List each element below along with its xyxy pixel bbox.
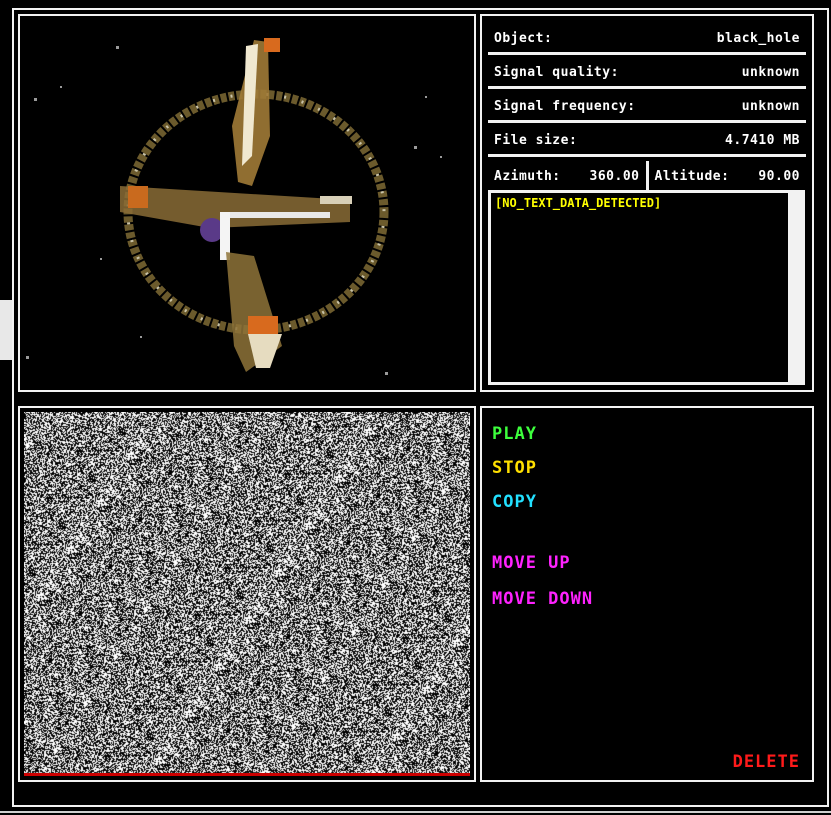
signal-noise-canvas: [24, 412, 470, 776]
play-button[interactable]: PLAY: [492, 424, 537, 444]
signal-quality-value: unknown: [741, 64, 800, 80]
move-down-button[interactable]: MOVE DOWN: [492, 589, 593, 609]
text-data-content: [NO_TEXT_DATA_DETECTED]: [495, 196, 662, 210]
file-size-row: File size: 4.7410 MB: [488, 126, 806, 157]
altitude-value: 90.00: [758, 168, 800, 184]
file-size-label: File size:: [494, 132, 578, 148]
text-data-box[interactable]: [NO_TEXT_DATA_DETECTED]: [488, 190, 805, 385]
object-label: Object:: [494, 30, 553, 46]
file-size-value: 4.7410 MB: [725, 132, 800, 148]
delete-button[interactable]: DELETE: [733, 752, 800, 772]
control-panel: PLAY STOP COPY MOVE UP MOVE DOWN DELETE: [480, 406, 814, 782]
signal-frequency-value: unknown: [741, 98, 800, 114]
signal-quality-label: Signal quality:: [494, 64, 619, 80]
bottom-divider: [0, 811, 831, 813]
object-info-panel: Object: black_hole Signal quality: unkno…: [480, 14, 814, 392]
altitude-label: Altitude:: [654, 168, 730, 184]
move-up-button[interactable]: MOVE UP: [492, 553, 571, 573]
altitude-cell: Altitude: 90.00: [649, 161, 807, 191]
stop-button[interactable]: STOP: [492, 458, 537, 478]
object-row: Object: black_hole: [488, 24, 806, 55]
signal-frequency-row: Signal frequency: unknown: [488, 92, 806, 123]
signal-noise-panel: [18, 406, 476, 782]
object-image-panel: [18, 14, 476, 392]
black-hole-image: [20, 16, 474, 390]
signal-quality-row: Signal quality: unknown: [488, 58, 806, 89]
coordinates-row: Azimuth: 360.00 Altitude: 90.00: [488, 161, 806, 191]
signal-frequency-label: Signal frequency:: [494, 98, 636, 114]
azimuth-label: Azimuth:: [494, 168, 561, 184]
text-data-scrollbar[interactable]: [788, 193, 802, 382]
left-edge-marker: [0, 300, 12, 360]
signal-baseline: [24, 773, 470, 776]
copy-button[interactable]: COPY: [492, 492, 537, 512]
object-value: black_hole: [716, 30, 800, 46]
azimuth-value: 360.00: [589, 168, 640, 184]
azimuth-cell: Azimuth: 360.00: [488, 161, 649, 191]
